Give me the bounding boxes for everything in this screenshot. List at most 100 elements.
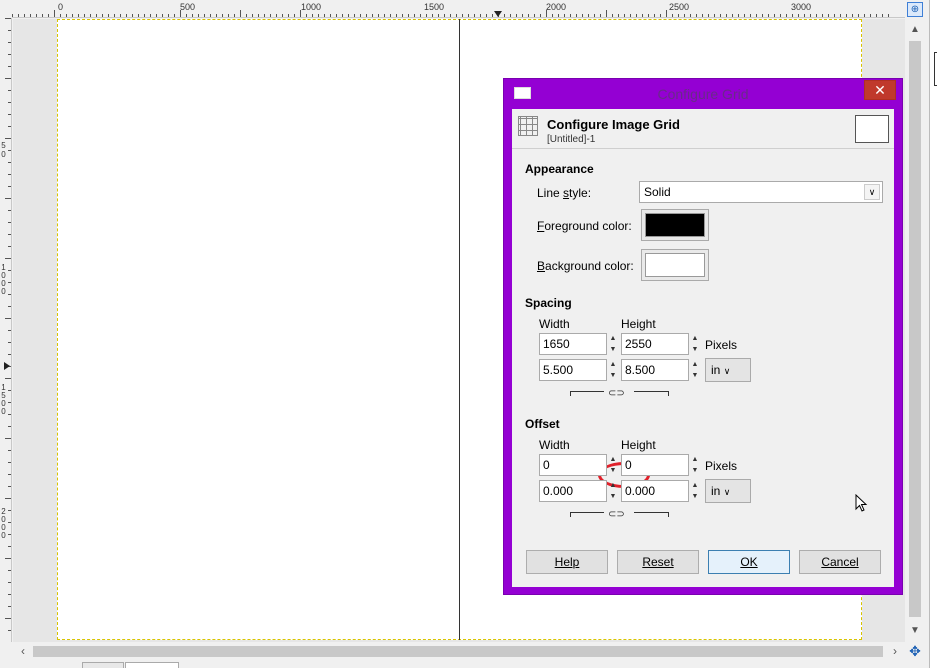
- dialog-titlebar[interactable]: Configure Grid ✕: [504, 79, 902, 107]
- spacing-heading: Spacing: [525, 296, 572, 310]
- ruler-tick: [618, 14, 619, 17]
- vertical-scrollbar[interactable]: ▲ ▼: [905, 19, 925, 642]
- stepper-down-icon[interactable]: ▼: [690, 370, 700, 381]
- ruler-tick: [810, 14, 811, 17]
- line-style-label: Line style:: [537, 186, 592, 200]
- ruler-tick: [690, 14, 691, 17]
- dock-tab[interactable]: [125, 662, 179, 668]
- offset-unit-value: in: [711, 484, 721, 498]
- reset-button[interactable]: Reset: [617, 550, 699, 574]
- ruler-tick: [8, 606, 11, 607]
- ruler-tick: [564, 14, 565, 17]
- ok-button[interactable]: OK: [708, 550, 790, 574]
- stepper-buttons[interactable]: ▲ ▼: [608, 333, 618, 355]
- horizontal-scrollbar[interactable]: ‹ ›: [13, 642, 905, 660]
- background-color-button[interactable]: [641, 249, 709, 281]
- help-button[interactable]: Help: [526, 550, 608, 574]
- stepper-up-icon[interactable]: ▲: [690, 359, 700, 370]
- stepper-buttons[interactable]: ▲ ▼: [690, 333, 700, 355]
- stepper-buttons[interactable]: ▲ ▼: [690, 454, 700, 476]
- ruler-tick: [48, 14, 49, 17]
- ruler-tick: [582, 14, 583, 17]
- stepper-up-icon[interactable]: ▲: [608, 480, 618, 491]
- ruler-tick: [8, 546, 11, 547]
- spacing-height-in-stepper[interactable]: 8.500 ▲ ▼: [621, 359, 701, 381]
- ruler-tick: [198, 14, 199, 17]
- scroll-left-icon[interactable]: ‹: [15, 642, 31, 660]
- ruler-tick: [474, 14, 475, 17]
- stepper-down-icon[interactable]: ▼: [608, 465, 618, 476]
- spacing-unit-select[interactable]: in ∨: [705, 358, 751, 382]
- offset-height-px-stepper[interactable]: 0 ▲ ▼: [621, 454, 701, 476]
- scroll-up-icon[interactable]: ▲: [905, 21, 925, 39]
- cancel-button[interactable]: Cancel: [799, 550, 881, 574]
- ruler-tick: [804, 14, 805, 17]
- zoom-icon[interactable]: ⊕: [907, 2, 923, 17]
- spacing-height-px-input[interactable]: 2550: [621, 333, 689, 355]
- scroll-down-icon[interactable]: ▼: [905, 622, 925, 640]
- ruler-tick: [504, 14, 505, 17]
- ruler-tick: [510, 14, 511, 17]
- stepper-buttons[interactable]: ▲ ▼: [608, 454, 618, 476]
- stepper-buttons[interactable]: ▲ ▼: [690, 359, 700, 381]
- ruler-tick: [846, 14, 847, 17]
- stepper-down-icon[interactable]: ▼: [690, 344, 700, 355]
- line-style-select[interactable]: Solid ∨: [639, 181, 883, 203]
- scroll-right-icon[interactable]: ›: [887, 642, 903, 660]
- ruler-tick: [192, 14, 193, 17]
- stepper-down-icon[interactable]: ▼: [608, 491, 618, 502]
- spacing-chain-button[interactable]: ⊂⊃: [570, 388, 672, 399]
- spacing-width-px-input[interactable]: 1650: [539, 333, 607, 355]
- ruler-tick: [8, 90, 11, 91]
- offset-height-in-input[interactable]: 0.000: [621, 480, 689, 502]
- ruler-tick: [672, 14, 673, 17]
- ruler-tick: [8, 186, 11, 187]
- grid-icon: [518, 116, 538, 136]
- offset-height-px-input[interactable]: 0: [621, 454, 689, 476]
- stepper-buttons[interactable]: ▲ ▼: [608, 359, 618, 381]
- offset-chain-button[interactable]: ⊂⊃: [570, 509, 672, 520]
- spacing-width-label: Width: [539, 317, 570, 331]
- stepper-up-icon[interactable]: ▲: [690, 480, 700, 491]
- stepper-up-icon[interactable]: ▲: [608, 359, 618, 370]
- spacing-width-px-stepper[interactable]: 1650 ▲ ▼: [539, 333, 619, 355]
- spacing-height-in-input[interactable]: 8.500: [621, 359, 689, 381]
- stepper-up-icon[interactable]: ▲: [690, 333, 700, 344]
- horizontal-scroll-thumb[interactable]: [33, 646, 883, 657]
- stepper-up-icon[interactable]: ▲: [608, 333, 618, 344]
- stepper-up-icon[interactable]: ▲: [690, 454, 700, 465]
- dock-tab[interactable]: [82, 662, 124, 668]
- ruler-tick: [354, 14, 355, 17]
- offset-width-px-input[interactable]: 0: [539, 454, 607, 476]
- ruler-tick: [8, 42, 11, 43]
- background-color-swatch: [645, 253, 705, 277]
- offset-unit-select[interactable]: in ∨: [705, 479, 751, 503]
- spacing-width-in-stepper[interactable]: 5.500 ▲ ▼: [539, 359, 619, 381]
- foreground-color-button[interactable]: [641, 209, 709, 241]
- spacing-height-px-stepper[interactable]: 2550 ▲ ▼: [621, 333, 701, 355]
- ruler-tick: [768, 14, 769, 17]
- mouse-cursor-icon: [855, 494, 868, 512]
- offset-height-in-stepper[interactable]: 0.000 ▲ ▼: [621, 480, 701, 502]
- stepper-buttons[interactable]: ▲ ▼: [690, 480, 700, 502]
- ruler-tick: [5, 378, 11, 379]
- spacing-width-in-input[interactable]: 5.500: [539, 359, 607, 381]
- offset-width-in-stepper[interactable]: 0.000 ▲ ▼: [539, 480, 619, 502]
- stepper-down-icon[interactable]: ▼: [608, 344, 618, 355]
- ruler-tick: [378, 14, 379, 17]
- dialog-header: Configure Image Grid [Untitled]-1: [512, 109, 894, 149]
- offset-width-in-input[interactable]: 0.000: [539, 480, 607, 502]
- offset-heading: Offset: [525, 417, 560, 431]
- ruler-tick: [492, 14, 493, 17]
- stepper-down-icon[interactable]: ▼: [690, 465, 700, 476]
- close-button[interactable]: ✕: [864, 80, 896, 100]
- offset-width-px-stepper[interactable]: 0 ▲ ▼: [539, 454, 619, 476]
- vertical-scroll-thumb[interactable]: [909, 41, 921, 617]
- ruler-corner: [0, 0, 12, 18]
- stepper-buttons[interactable]: ▲ ▼: [608, 480, 618, 502]
- stepper-down-icon[interactable]: ▼: [608, 370, 618, 381]
- stepper-down-icon[interactable]: ▼: [690, 491, 700, 502]
- navigate-icon[interactable]: ✥: [907, 643, 923, 659]
- ruler-tick: [654, 14, 655, 17]
- stepper-up-icon[interactable]: ▲: [608, 454, 618, 465]
